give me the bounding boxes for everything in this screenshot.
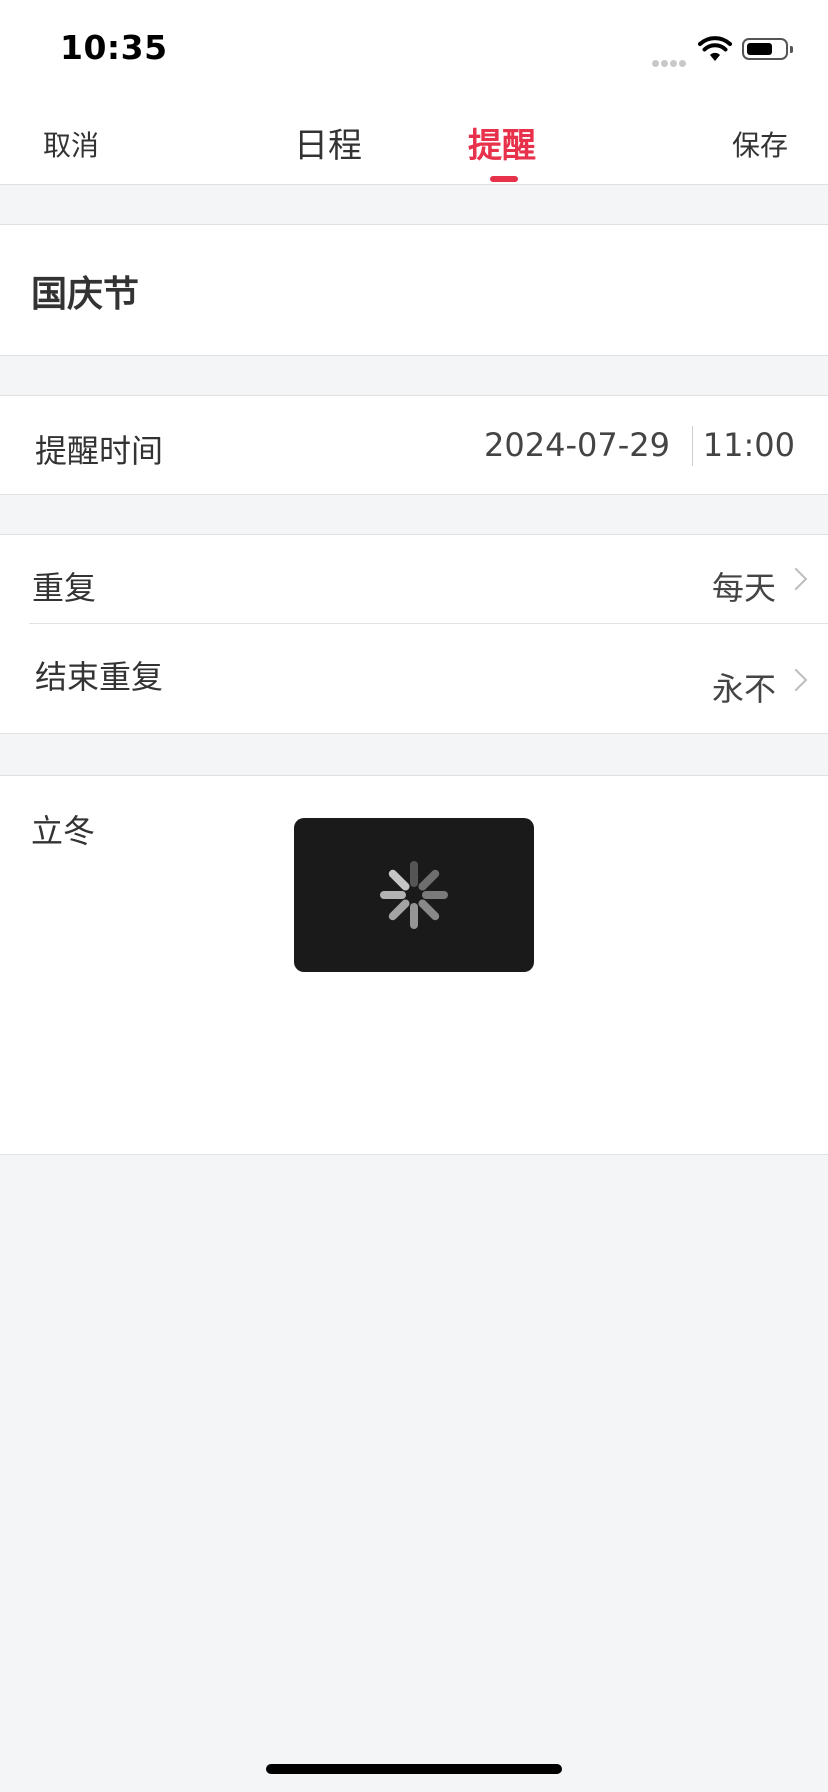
reminder-date-value[interactable]: 2024-07-29 xyxy=(484,426,670,464)
loading-spinner-icon xyxy=(380,861,448,929)
end-repeat-value: 永不 xyxy=(711,670,776,708)
home-indicator[interactable] xyxy=(266,1764,562,1774)
repeat-row[interactable]: 重复 每天 xyxy=(0,535,828,623)
battery-icon xyxy=(742,38,793,60)
wifi-icon xyxy=(698,36,732,66)
top-nav: 取消 日程 提醒 保存 xyxy=(0,96,828,185)
reminder-time-row: 提醒时间 2024-07-29 11:00 xyxy=(0,395,828,495)
active-tab-indicator xyxy=(490,176,518,182)
tab-reminder[interactable]: 提醒 xyxy=(468,118,536,167)
reminder-time-value[interactable]: 11:00 xyxy=(703,426,795,464)
date-time-divider xyxy=(692,426,693,466)
save-button[interactable]: 保存 xyxy=(732,124,788,164)
cancel-button[interactable]: 取消 xyxy=(43,124,99,164)
note-text[interactable]: 立冬 xyxy=(31,806,95,852)
chevron-right-icon xyxy=(784,668,808,692)
loading-hud xyxy=(294,818,534,972)
status-time: 10:35 xyxy=(60,28,168,67)
repeat-value: 每天 xyxy=(711,569,776,607)
tab-schedule[interactable]: 日程 xyxy=(294,118,362,167)
repeat-settings-card: 重复 每天 结束重复 永不 xyxy=(0,534,828,734)
signal-dots-icon xyxy=(652,52,688,71)
repeat-label: 重复 xyxy=(32,569,97,607)
reminder-time-label: 提醒时间 xyxy=(35,432,164,470)
end-repeat-label: 结束重复 xyxy=(35,658,164,696)
event-title-card[interactable]: 国庆节 xyxy=(0,224,828,356)
chevron-right-icon xyxy=(784,567,808,591)
status-bar: 10:35 xyxy=(0,0,828,96)
event-title[interactable]: 国庆节 xyxy=(31,265,139,317)
end-repeat-row[interactable]: 结束重复 永不 xyxy=(0,624,828,732)
